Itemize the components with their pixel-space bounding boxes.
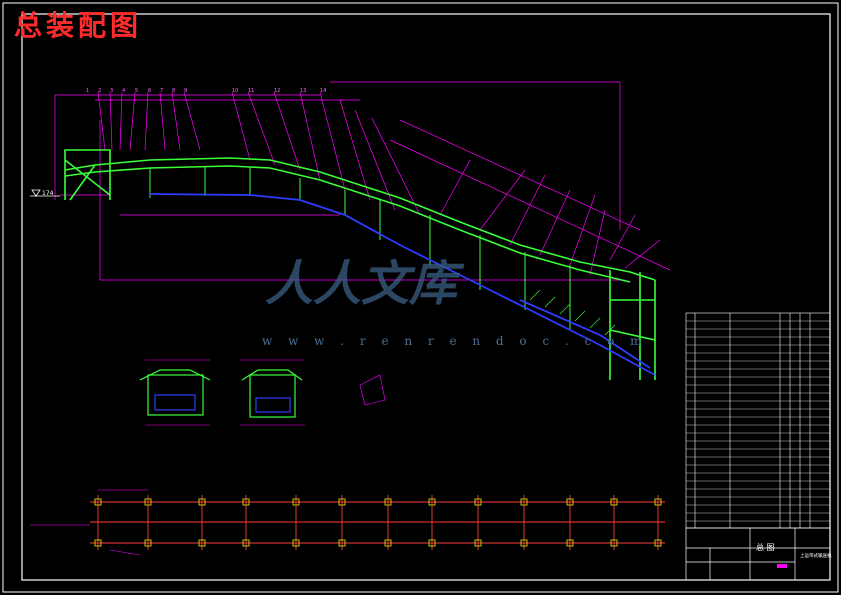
- svg-text:174: 174: [42, 190, 54, 197]
- svg-text:7: 7: [160, 88, 163, 94]
- elevation-marker: 174: [30, 189, 60, 197]
- parts-list-rows: [686, 320, 830, 522]
- svg-text:13: 13: [300, 88, 306, 94]
- title-block-name: 总 图: [756, 542, 775, 552]
- svg-text:9: 9: [184, 88, 187, 94]
- title-block-title: 上运带式输送机: [800, 552, 832, 559]
- watermark-url: w w w . r e n r e n d o c . c o m: [262, 334, 648, 348]
- part-numbers: 123 456 789 10 11 12 13 14: [86, 88, 326, 94]
- title-block-marker: [777, 564, 787, 568]
- svg-text:人人文库: 人人文库: [265, 256, 465, 312]
- svg-text:1: 1: [86, 88, 89, 94]
- cad-drawing: 123 456 789 10 11 12 13 14 174 总 图 上运带式输…: [2, 2, 839, 593]
- foundation-plan: [90, 495, 665, 550]
- svg-text:3: 3: [110, 88, 113, 94]
- watermark-logo: 人人文库: [265, 256, 465, 312]
- svg-text:11: 11: [248, 88, 254, 94]
- svg-text:5: 5: [135, 88, 138, 94]
- parts-list: [685, 312, 831, 529]
- svg-text:6: 6: [148, 88, 151, 94]
- svg-text:14: 14: [320, 88, 326, 94]
- column-markers: [94, 498, 662, 547]
- stairway: [529, 289, 616, 336]
- drawing-title: 总装配图: [14, 9, 143, 42]
- svg-text:8: 8: [172, 88, 175, 94]
- svg-text:4: 4: [122, 88, 125, 94]
- section-view-a: [139, 369, 211, 416]
- svg-text:2: 2: [98, 88, 101, 94]
- svg-text:12: 12: [274, 88, 280, 94]
- svg-text:10: 10: [232, 88, 238, 94]
- foundation-dimensions: [30, 489, 148, 556]
- section-view-b: [241, 369, 303, 418]
- dimension-lines: [54, 81, 671, 281]
